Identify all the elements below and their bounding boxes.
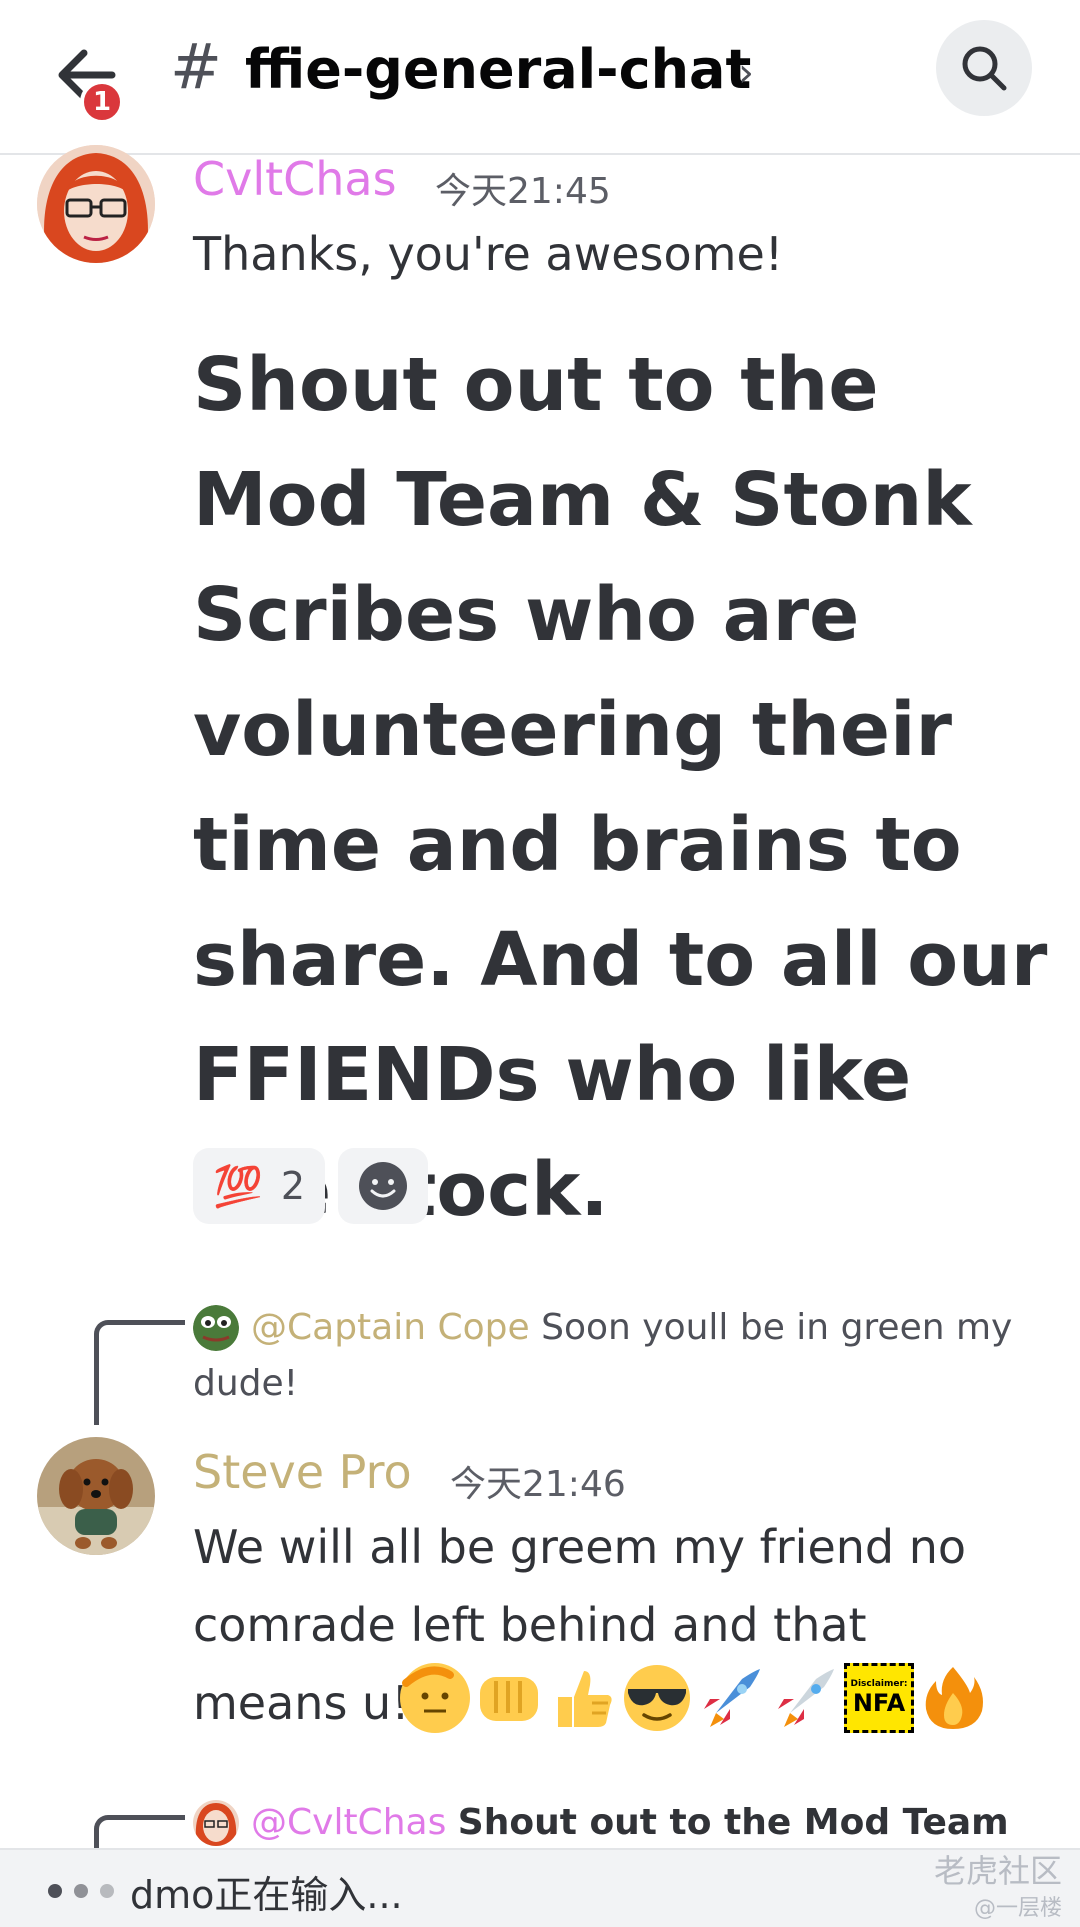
hundred-points-icon: 💯 xyxy=(213,1163,263,1210)
channel-hash-icon: # xyxy=(170,30,222,103)
salute-face-icon xyxy=(400,1663,470,1733)
typing-dot xyxy=(74,1884,88,1898)
rocket-icon xyxy=(696,1663,766,1733)
nfa-disclaimer-icon: Disclaimer: NFA xyxy=(844,1663,914,1733)
typing-text: dmo正在输入... xyxy=(130,1873,403,1917)
fist-icon xyxy=(474,1663,544,1733)
message-text-line: comrade left behind and that xyxy=(193,1598,867,1652)
avatar[interactable] xyxy=(37,1437,155,1555)
sunglasses-face-icon xyxy=(622,1663,692,1733)
search-icon xyxy=(962,46,1007,91)
avatar-redhead-icon xyxy=(37,145,155,263)
message-text-line: means u! xyxy=(193,1676,410,1730)
avatar[interactable] xyxy=(37,145,155,263)
typing-dot xyxy=(48,1884,62,1898)
watermark-handle: @一层楼 xyxy=(973,1896,1062,1921)
channel-title[interactable]: ffie-general-chat xyxy=(245,38,751,101)
fire-icon xyxy=(918,1663,988,1733)
message-author[interactable]: Steve Pro xyxy=(193,1445,412,1499)
typing-indicator: dmo正在输入... xyxy=(0,1848,1080,1927)
reply-mention[interactable]: @Captain Cope xyxy=(251,1307,530,1348)
chevron-right-icon[interactable]: › xyxy=(738,50,754,96)
message-heading-text: Shout out to the Mod Team & Stonk Scribe… xyxy=(193,342,1048,1233)
reply-connector xyxy=(94,1320,185,1425)
rocket-icon xyxy=(770,1663,840,1733)
message-text-line: We will all be greem my friend no xyxy=(193,1520,967,1574)
message-author[interactable]: CvltChas xyxy=(193,152,397,206)
message-text: Thanks, you're awesome! xyxy=(193,227,784,281)
add-emoji-icon xyxy=(359,1162,407,1210)
typing-dot xyxy=(100,1884,114,1898)
message-timestamp: 今天21:45 xyxy=(435,171,611,212)
reply-preview[interactable]: @Captain Cope Soon youll be in green my … xyxy=(193,1300,1013,1412)
thumbs-up-icon xyxy=(548,1663,618,1733)
unread-badge: 1 xyxy=(80,80,124,124)
emoji-row: Disclaimer: NFA xyxy=(400,1658,988,1738)
reaction-count: 2 xyxy=(280,1164,305,1208)
reply-mention[interactable]: @CvltChas xyxy=(251,1802,446,1843)
add-reaction-button[interactable] xyxy=(338,1148,428,1224)
watermark-text: 老虎社区 xyxy=(933,1852,1062,1890)
avatar-dog-icon xyxy=(37,1437,155,1555)
reaction-100[interactable]: 💯 2 xyxy=(193,1148,325,1224)
search-button[interactable] xyxy=(936,20,1032,116)
channel-header: 1 # ffie-general-chat › xyxy=(0,0,1080,155)
message-timestamp: 今天21:46 xyxy=(450,1464,626,1505)
